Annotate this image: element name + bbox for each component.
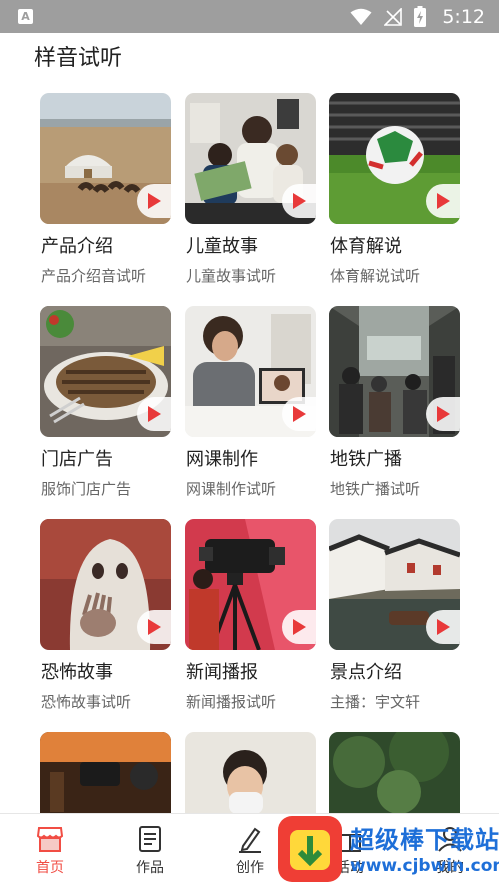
card-title: 网课制作 bbox=[186, 449, 258, 470]
watermark: 超级棒下载站 www.cjbwin.com bbox=[276, 812, 499, 887]
card-subtitle: 地铁广播试听 bbox=[330, 480, 421, 498]
voice-card-scenic-intro[interactable]: 景点介绍 主播：宇文轩 bbox=[329, 519, 460, 711]
no-signal-icon bbox=[384, 7, 403, 26]
play-icon bbox=[293, 619, 306, 635]
play-button[interactable] bbox=[282, 184, 316, 218]
play-button[interactable] bbox=[137, 184, 171, 218]
store-icon bbox=[36, 827, 64, 852]
card-subtitle: 主播：宇文轩 bbox=[330, 693, 421, 711]
voice-card-news-broadcast[interactable]: 新闻播报 新闻播报试听 bbox=[185, 519, 316, 711]
play-button[interactable] bbox=[137, 397, 171, 431]
voice-card-metro-broadcast[interactable]: 地铁广播 地铁广播试听 bbox=[329, 306, 460, 498]
card-thumbnail bbox=[40, 306, 171, 437]
card-title: 儿童故事 bbox=[186, 236, 258, 257]
play-button[interactable] bbox=[282, 610, 316, 644]
play-icon bbox=[437, 193, 450, 209]
watermark-text: 超级棒下载站 bbox=[350, 826, 499, 854]
app-notification-icon: A bbox=[18, 9, 33, 24]
card-title: 产品介绍 bbox=[41, 236, 113, 257]
wifi-icon bbox=[350, 8, 372, 25]
battery-charging-icon bbox=[414, 6, 427, 27]
play-button[interactable] bbox=[137, 610, 171, 644]
tab-home[interactable]: 首页 bbox=[0, 814, 100, 887]
play-button[interactable] bbox=[426, 184, 460, 218]
voice-card-store-ad[interactable]: 门店广告 服饰门店广告 bbox=[40, 306, 171, 498]
tab-works[interactable]: 作品 bbox=[100, 814, 200, 887]
card-subtitle: 新闻播报试听 bbox=[186, 693, 277, 711]
card-title: 地铁广播 bbox=[330, 449, 402, 470]
card-thumbnail bbox=[329, 306, 460, 437]
play-button[interactable] bbox=[282, 397, 316, 431]
play-icon bbox=[148, 619, 161, 635]
card-subtitle: 儿童故事试听 bbox=[186, 267, 277, 285]
play-icon bbox=[293, 406, 306, 422]
play-button[interactable] bbox=[426, 610, 460, 644]
card-subtitle: 体育解说试听 bbox=[330, 267, 421, 285]
card-thumbnail bbox=[329, 519, 460, 650]
voice-card-online-course[interactable]: 网课制作 网课制作试听 bbox=[185, 306, 316, 498]
card-subtitle: 服饰门店广告 bbox=[41, 480, 132, 498]
tab-label: 作品 bbox=[136, 860, 164, 876]
play-icon bbox=[148, 193, 161, 209]
voice-card-children-story[interactable]: 儿童故事 儿童故事试听 bbox=[185, 93, 316, 285]
play-icon bbox=[437, 406, 450, 422]
play-icon bbox=[148, 406, 161, 422]
card-thumbnail bbox=[185, 519, 316, 650]
status-icons: 5:12 bbox=[350, 4, 485, 29]
card-subtitle: 产品介绍音试听 bbox=[41, 267, 147, 285]
status-bar: A 5:12 bbox=[0, 0, 499, 33]
card-title: 门店广告 bbox=[41, 449, 113, 470]
voice-card-horror-story[interactable]: 恐怖故事 恐怖故事试听 bbox=[40, 519, 171, 711]
card-title: 体育解说 bbox=[330, 236, 402, 257]
card-thumbnail bbox=[185, 93, 316, 224]
play-icon bbox=[437, 619, 450, 635]
card-thumbnail bbox=[40, 519, 171, 650]
card-title: 恐怖故事 bbox=[41, 662, 113, 683]
play-button[interactable] bbox=[426, 397, 460, 431]
section-title: 样音试听 bbox=[34, 46, 123, 71]
play-icon bbox=[293, 193, 306, 209]
clock: 5:12 bbox=[442, 5, 485, 28]
document-icon bbox=[139, 826, 161, 852]
card-subtitle: 网课制作试听 bbox=[186, 480, 277, 498]
card-title: 景点介绍 bbox=[330, 662, 402, 683]
voice-card-product-intro[interactable]: 产品介绍 产品介绍音试听 bbox=[40, 93, 171, 285]
voice-card-sports-commentary[interactable]: 体育解说 体育解说试听 bbox=[329, 93, 460, 285]
card-thumbnail bbox=[40, 93, 171, 224]
watermark-url: www.cjbwin.com bbox=[350, 856, 499, 876]
watermark-logo bbox=[278, 816, 342, 882]
card-thumbnail bbox=[329, 93, 460, 224]
pen-icon bbox=[239, 827, 261, 853]
card-thumbnail bbox=[185, 306, 316, 437]
tab-label: 首页 bbox=[36, 860, 64, 876]
card-subtitle: 恐怖故事试听 bbox=[41, 693, 132, 711]
card-title: 新闻播报 bbox=[186, 662, 258, 683]
